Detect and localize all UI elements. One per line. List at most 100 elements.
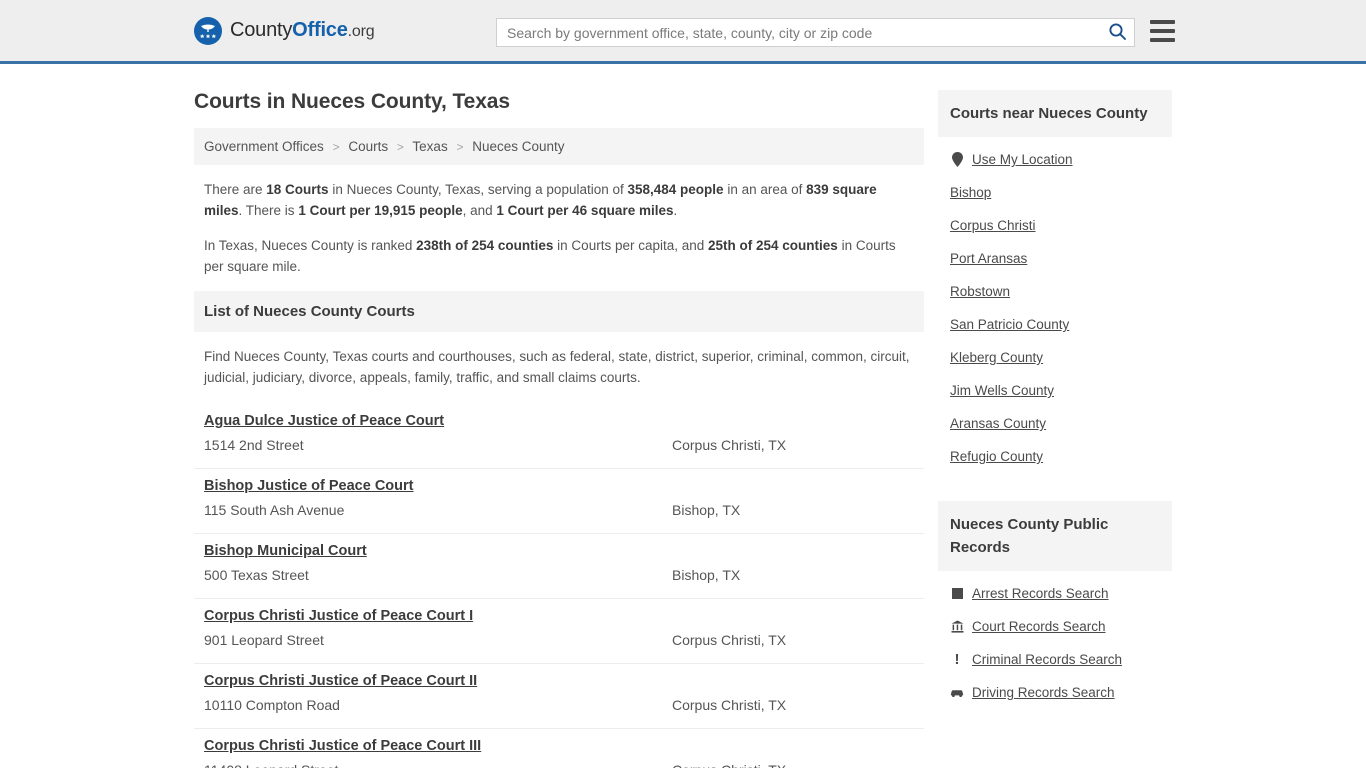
sidebar-item-criminal-records-search[interactable]: ! Criminal Records Search bbox=[938, 643, 1172, 676]
court-details: 1514 2nd Street Corpus Christi, TX bbox=[204, 437, 914, 453]
sidebar-item-driving-records-search[interactable]: Driving Records Search bbox=[938, 676, 1172, 709]
brand-part-org: .org bbox=[347, 23, 375, 40]
breadcrumb: Government Offices > Courts > Texas > Nu… bbox=[194, 128, 924, 165]
search-input[interactable] bbox=[497, 19, 1100, 46]
court-name-link[interactable]: Bishop Justice of Peace Court bbox=[204, 478, 414, 494]
court-address: 500 Texas Street bbox=[204, 567, 309, 583]
breadcrumb-separator: > bbox=[396, 140, 404, 154]
map-pin-icon bbox=[950, 152, 964, 167]
nearby-courts-block: Courts near Nueces County Use My Locatio… bbox=[938, 90, 1172, 483]
court-city: Bishop, TX bbox=[672, 567, 741, 583]
sidebar-item-arrest-records-search[interactable]: Arrest Records Search bbox=[938, 577, 1172, 610]
car-icon bbox=[950, 687, 964, 698]
court-details: 11408 Leopard Street Corpus Christi, TX bbox=[204, 762, 914, 768]
table-row: Bishop Municipal Court 500 Texas Street … bbox=[194, 534, 924, 599]
sidebar-item-label[interactable]: Driving Records Search bbox=[972, 685, 1115, 700]
table-row: Corpus Christi Justice of Peace Court II… bbox=[194, 664, 924, 729]
brand-part-county: County bbox=[230, 19, 293, 41]
sidebar-item-label[interactable]: Corpus Christi bbox=[950, 218, 1036, 233]
breadcrumb-separator: > bbox=[456, 140, 464, 154]
sidebar-item-label[interactable]: Court Records Search bbox=[972, 619, 1106, 634]
sidebar-item-aransas-county[interactable]: Aransas County bbox=[938, 407, 1172, 440]
court-name-link[interactable]: Agua Dulce Justice of Peace Court bbox=[204, 413, 444, 429]
stats-rank-per-capita: 238th of 254 counties bbox=[416, 238, 554, 253]
page-title: Courts in Nueces County, Texas bbox=[194, 90, 510, 113]
breadcrumb-separator: > bbox=[332, 140, 340, 154]
sidebar-item-bishop[interactable]: Bishop bbox=[938, 176, 1172, 209]
stats-text: in an area of bbox=[723, 182, 807, 197]
court-name-link[interactable]: Bishop Municipal Court bbox=[204, 543, 367, 559]
exclamation-icon: ! bbox=[954, 651, 960, 668]
search-bar bbox=[496, 18, 1135, 47]
court-name-link[interactable]: Corpus Christi Justice of Peace Court II bbox=[204, 673, 477, 689]
sidebar-item-robstown[interactable]: Robstown bbox=[938, 275, 1172, 308]
hamburger-bar bbox=[1150, 38, 1175, 42]
search-icon bbox=[1108, 22, 1127, 44]
site-header: CountyOffice.org bbox=[0, 0, 1366, 64]
court-name-link[interactable]: Corpus Christi Justice of Peace Court I bbox=[204, 608, 473, 624]
nearby-courts-heading: Courts near Nueces County bbox=[938, 90, 1172, 137]
sidebar-item-label[interactable]: Robstown bbox=[950, 284, 1010, 299]
sidebar-item-use-my-location[interactable]: Use My Location bbox=[938, 143, 1172, 176]
county-statistics: There are 18 Courts in Nueces County, Te… bbox=[194, 165, 924, 277]
sidebar-item-label[interactable]: Bishop bbox=[950, 185, 991, 200]
hamburger-menu-icon[interactable] bbox=[1150, 20, 1175, 42]
content-container: Courts in Nueces County, Texas Governmen… bbox=[194, 64, 1172, 768]
court-city: Corpus Christi, TX bbox=[672, 697, 787, 713]
eagle-stars-logo-icon bbox=[194, 16, 222, 45]
public-records-heading: Nueces County Public Records bbox=[938, 501, 1172, 571]
breadcrumb-item-nueces-county[interactable]: Nueces County bbox=[472, 139, 564, 154]
stats-text: . bbox=[673, 203, 678, 218]
sidebar-item-kleberg-county[interactable]: Kleberg County bbox=[938, 341, 1172, 374]
page-body: Courts in Nueces County, Texas Governmen… bbox=[0, 64, 1366, 768]
court-details: 500 Texas Street Bishop, TX bbox=[204, 567, 914, 583]
sidebar-item-label[interactable]: Aransas County bbox=[950, 416, 1046, 431]
breadcrumb-item-courts[interactable]: Courts bbox=[348, 139, 388, 154]
sidebar-item-port-aransas[interactable]: Port Aransas bbox=[938, 242, 1172, 275]
sidebar-item-label[interactable]: Refugio County bbox=[950, 449, 1043, 464]
court-address: 901 Leopard Street bbox=[204, 632, 324, 648]
sidebar-item-label[interactable]: Port Aransas bbox=[950, 251, 1027, 266]
brand-part-office: Office bbox=[292, 19, 348, 41]
sidebar-item-court-records-search[interactable]: Court Records Search bbox=[938, 610, 1172, 643]
court-name-link[interactable]: Corpus Christi Justice of Peace Court II… bbox=[204, 738, 481, 754]
sidebar-item-corpus-christi[interactable]: Corpus Christi bbox=[938, 209, 1172, 242]
stats-text: in Courts per capita, and bbox=[553, 238, 709, 253]
fingerprint-square-icon bbox=[950, 588, 964, 599]
site-logo-text: CountyOffice.org bbox=[230, 19, 375, 42]
stats-text: in Nueces County, Texas, serving a popul… bbox=[328, 182, 628, 197]
courthouse-icon bbox=[950, 620, 964, 633]
breadcrumb-item-texas[interactable]: Texas bbox=[412, 139, 447, 154]
sidebar-item-jim-wells-county[interactable]: Jim Wells County bbox=[938, 374, 1172, 407]
court-address: 10110 Compton Road bbox=[204, 697, 340, 713]
nearby-courts-list: Use My Location Bishop Corpus Christi Po… bbox=[938, 137, 1172, 483]
list-section-heading: List of Nueces County Courts bbox=[194, 291, 924, 332]
table-row: Corpus Christi Justice of Peace Court II… bbox=[194, 729, 924, 768]
table-row: Agua Dulce Justice of Peace Court 1514 2… bbox=[194, 404, 924, 469]
sidebar-item-san-patricio-county[interactable]: San Patricio County bbox=[938, 308, 1172, 341]
stats-per-sqmile: 1 Court per 46 square miles bbox=[496, 203, 674, 218]
sidebar-item-label[interactable]: Jim Wells County bbox=[950, 383, 1054, 398]
court-city: Bishop, TX bbox=[672, 502, 741, 518]
breadcrumb-item-government-offices[interactable]: Government Offices bbox=[204, 139, 324, 154]
sidebar-item-label[interactable]: Arrest Records Search bbox=[972, 586, 1109, 601]
court-address: 115 South Ash Avenue bbox=[204, 502, 345, 518]
stats-population: 358,484 people bbox=[627, 182, 724, 197]
sidebar-item-label[interactable]: Kleberg County bbox=[950, 350, 1043, 365]
court-list: Agua Dulce Justice of Peace Court 1514 2… bbox=[194, 404, 924, 768]
sidebar-item-label[interactable]: Criminal Records Search bbox=[972, 652, 1122, 667]
site-logo[interactable]: CountyOffice.org bbox=[194, 16, 375, 45]
main-column: Courts in Nueces County, Texas Governmen… bbox=[194, 64, 924, 768]
court-details: 115 South Ash Avenue Bishop, TX bbox=[204, 502, 914, 518]
sidebar-item-label[interactable]: San Patricio County bbox=[950, 317, 1069, 332]
search-button[interactable] bbox=[1100, 19, 1134, 46]
sidebar-item-refugio-county[interactable]: Refugio County bbox=[938, 440, 1172, 473]
hamburger-bar bbox=[1150, 20, 1175, 24]
stats-per-capita: 1 Court per 19,915 people bbox=[298, 203, 463, 218]
sidebar: Courts near Nueces County Use My Locatio… bbox=[938, 64, 1172, 768]
stats-text: In Texas, Nueces County is ranked bbox=[204, 238, 417, 253]
table-row: Bishop Justice of Peace Court 115 South … bbox=[194, 469, 924, 534]
public-records-list: Arrest Records Search Court Records Sear… bbox=[938, 571, 1172, 719]
stats-paragraph-2: In Texas, Nueces County is ranked 238th … bbox=[204, 235, 914, 277]
sidebar-item-label[interactable]: Use My Location bbox=[972, 152, 1073, 167]
